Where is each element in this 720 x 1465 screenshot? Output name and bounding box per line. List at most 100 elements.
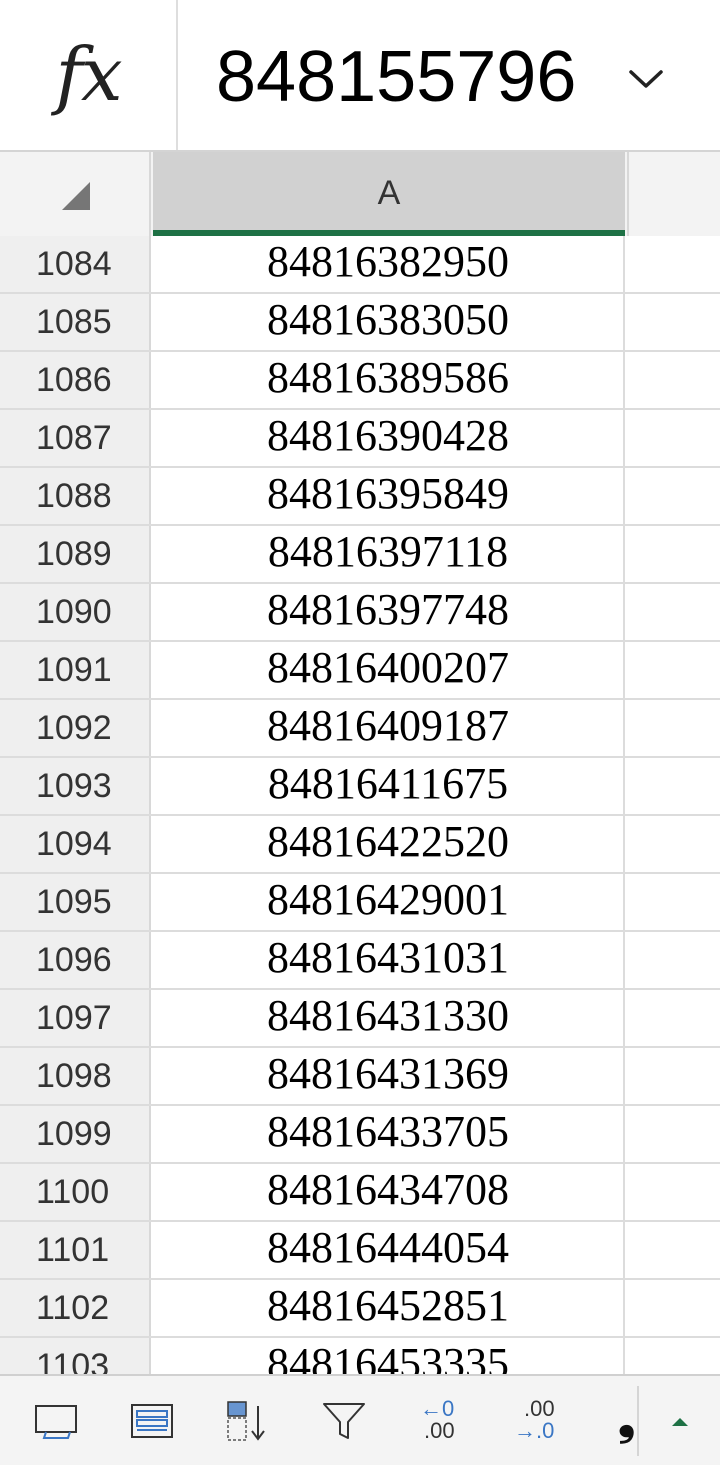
table-row: 1102 84816452851 [0, 1280, 720, 1338]
table-row: 1097 84816431330 [0, 990, 720, 1048]
cell-b[interactable] [627, 758, 720, 814]
row-header[interactable]: 1090 [0, 584, 151, 640]
row-header[interactable]: 1102 [0, 1280, 151, 1336]
cell-b[interactable] [627, 526, 720, 582]
row-header[interactable]: 1094 [0, 816, 151, 872]
row-header[interactable]: 1101 [0, 1222, 151, 1278]
cell-a[interactable]: 84816453335 [153, 1338, 625, 1374]
row-header[interactable]: 1100 [0, 1164, 151, 1220]
cell-b[interactable] [627, 410, 720, 466]
table-row: 1084 84816382950 [0, 236, 720, 294]
cell-a[interactable]: 84816444054 [153, 1222, 625, 1278]
bottom-toolbar: ←0 .00 .00 →.0 ❟ [0, 1374, 720, 1465]
formula-input[interactable]: 848155796 [216, 34, 576, 120]
table-row: 1086 84816389586 [0, 352, 720, 410]
table-row: 1103 84816453335 [0, 1338, 720, 1374]
fx-icon: fx [55, 32, 122, 118]
row-header[interactable]: 1087 [0, 410, 151, 466]
row-header[interactable]: 1089 [0, 526, 151, 582]
cell-b[interactable] [627, 294, 720, 350]
cell-a[interactable]: 84816431031 [153, 932, 625, 988]
spreadsheet-grid[interactable]: 1084 84816382950 1085 84816383050 1086 848163… [0, 236, 720, 1374]
row-header[interactable]: 1092 [0, 700, 151, 756]
row-header[interactable]: 1085 [0, 294, 151, 350]
cell-b[interactable] [627, 352, 720, 408]
column-header-b[interactable] [627, 152, 720, 236]
chevron-down-icon[interactable] [626, 64, 666, 94]
filter-icon[interactable] [316, 1396, 372, 1446]
cell-b[interactable] [627, 874, 720, 930]
cell-b[interactable] [627, 1164, 720, 1220]
table-row: 1089 84816397118 [0, 526, 720, 584]
row-header[interactable]: 1098 [0, 1048, 151, 1104]
cell-a[interactable]: 84816433705 [153, 1106, 625, 1162]
function-button[interactable]: fx [0, 0, 178, 150]
cell-a[interactable]: 84816429001 [153, 874, 625, 930]
table-row: 1101 84816444054 [0, 1222, 720, 1280]
cell-b[interactable] [627, 1338, 720, 1374]
row-header[interactable]: 1095 [0, 874, 151, 930]
cell-b[interactable] [627, 642, 720, 698]
table-row: 1095 84816429001 [0, 874, 720, 932]
cell-a[interactable]: 84816452851 [153, 1280, 625, 1336]
cell-b[interactable] [627, 816, 720, 872]
table-row: 1085 84816383050 [0, 294, 720, 352]
table-row: 1093 84816411675 [0, 758, 720, 816]
row-header[interactable]: 1096 [0, 932, 151, 988]
cell-b[interactable] [627, 990, 720, 1046]
row-header[interactable]: 1091 [0, 642, 151, 698]
cell-b[interactable] [627, 1106, 720, 1162]
cell-b[interactable] [627, 700, 720, 756]
cell-b[interactable] [627, 584, 720, 640]
row-header[interactable]: 1088 [0, 468, 151, 524]
cell-a[interactable]: 84816434708 [153, 1164, 625, 1220]
row-header[interactable]: 1086 [0, 352, 151, 408]
cell-a[interactable]: 84816411675 [153, 758, 625, 814]
cell-a[interactable]: 84816422520 [153, 816, 625, 872]
cell-a[interactable]: 84816397748 [153, 584, 625, 640]
cell-a[interactable]: 84816409187 [153, 700, 625, 756]
cell-a[interactable]: 84816390428 [153, 410, 625, 466]
cell-format-icon[interactable] [28, 1396, 84, 1446]
table-row: 1099 84816433705 [0, 1106, 720, 1164]
cell-b[interactable] [627, 468, 720, 524]
cell-b[interactable] [627, 1280, 720, 1336]
row-header[interactable]: 1103 [0, 1338, 151, 1374]
row-header[interactable]: 1097 [0, 990, 151, 1046]
comma-style-icon[interactable]: ❟ [612, 1396, 636, 1446]
table-row: 1090 84816397748 [0, 584, 720, 642]
table-row: 1100 84816434708 [0, 1164, 720, 1222]
sort-icon[interactable] [220, 1396, 276, 1446]
cell-b[interactable] [627, 1048, 720, 1104]
column-header-row: A [0, 152, 720, 236]
cell-a[interactable]: 84816431330 [153, 990, 625, 1046]
row-header[interactable]: 1084 [0, 236, 151, 292]
row-header[interactable]: 1093 [0, 758, 151, 814]
cell-a[interactable]: 84816383050 [153, 294, 625, 350]
column-header-label: A [377, 173, 401, 212]
cell-a[interactable]: 84816382950 [153, 236, 625, 292]
select-all-button[interactable] [0, 152, 151, 236]
wrap-text-icon[interactable] [124, 1396, 180, 1446]
table-row: 1098 84816431369 [0, 1048, 720, 1106]
toolbar-divider [637, 1386, 639, 1456]
table-row: 1091 84816400207 [0, 642, 720, 700]
column-header-a[interactable]: A [153, 152, 625, 236]
table-row: 1088 84816395849 [0, 468, 720, 526]
table-row: 1096 84816431031 [0, 932, 720, 990]
cell-b[interactable] [627, 1222, 720, 1278]
cell-a[interactable]: 84816400207 [153, 642, 625, 698]
cell-a[interactable]: 84816397118 [153, 526, 625, 582]
cell-a[interactable]: 84816395849 [153, 468, 625, 524]
formula-bar: fx 848155796 [0, 0, 720, 152]
cell-b[interactable] [627, 236, 720, 292]
increase-decimal-icon[interactable]: .00 →.0 [510, 1396, 566, 1446]
cell-a[interactable]: 84816431369 [153, 1048, 625, 1104]
cell-a[interactable]: 84816389586 [153, 352, 625, 408]
row-header[interactable]: 1099 [0, 1106, 151, 1162]
decrease-decimal-icon[interactable]: ←0 .00 [414, 1396, 470, 1446]
select-all-icon [62, 182, 90, 210]
expand-toolbar-icon[interactable] [654, 1396, 710, 1446]
table-row: 1094 84816422520 [0, 816, 720, 874]
cell-b[interactable] [627, 932, 720, 988]
